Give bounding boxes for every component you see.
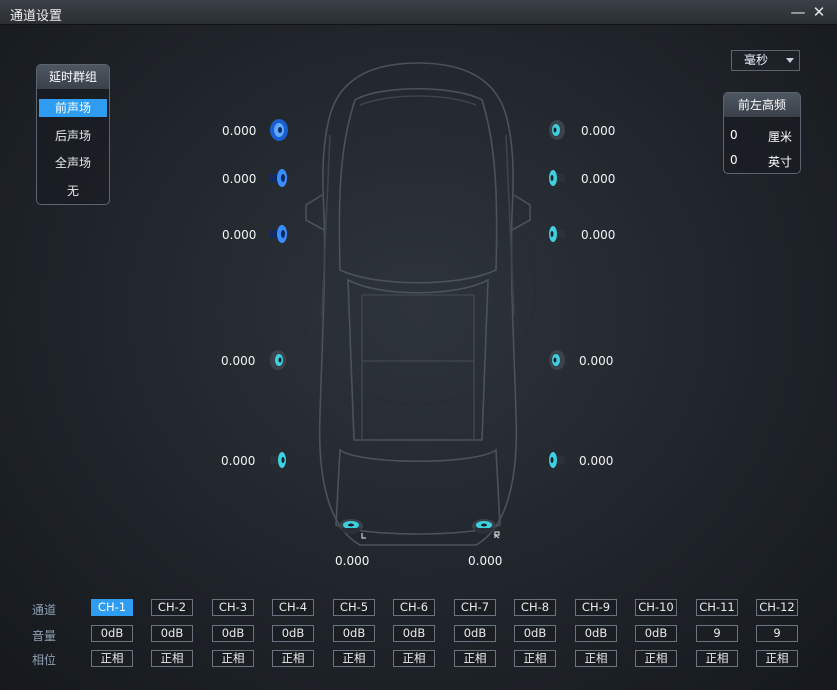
delay-left-woofer[interactable]: 0.000 xyxy=(222,228,256,242)
delay-right-tweeter[interactable]: 0.000 xyxy=(581,124,615,138)
crossover-panel: 前左高频 0 厘米 0 英寸 xyxy=(723,92,801,174)
phase-button-6[interactable]: 正相 xyxy=(393,650,435,667)
channel-button-12[interactable]: CH-12 xyxy=(756,599,798,616)
phase-button-5[interactable]: 正相 xyxy=(333,650,375,667)
phase-button-7[interactable]: 正相 xyxy=(454,650,496,667)
volume-field-4[interactable]: 0dB xyxy=(272,625,314,642)
channel-button-11[interactable]: CH-11 xyxy=(696,599,738,616)
distance-cm-unit: 厘米 xyxy=(768,130,793,144)
delay-group-panel: 延时群组 前声场 后声场 全声场 无 xyxy=(36,64,110,205)
delay-group-rear[interactable]: 后声场 xyxy=(39,127,107,145)
phase-button-1[interactable]: 正相 xyxy=(91,650,133,667)
channel-button-8[interactable]: CH-8 xyxy=(514,599,556,616)
delay-group-front[interactable]: 前声场 xyxy=(39,99,107,117)
delay-right-rear[interactable]: 0.000 xyxy=(579,454,613,468)
speaker-right-woofer-icon[interactable] xyxy=(545,222,569,246)
speaker-left-mid-icon[interactable] xyxy=(266,166,290,190)
chevron-down-icon xyxy=(786,58,794,63)
close-button[interactable]: ✕ xyxy=(809,2,829,22)
phase-row-label: 相位 xyxy=(32,653,57,667)
unit-select-value: 毫秒 xyxy=(744,53,769,67)
delay-right-rear-front[interactable]: 0.000 xyxy=(579,354,613,368)
volume-field-10[interactable]: 0dB xyxy=(635,625,677,642)
car-outline xyxy=(300,62,537,546)
crossover-title: 前左高频 xyxy=(724,93,800,117)
volume-field-7[interactable]: 0dB xyxy=(454,625,496,642)
phase-button-10[interactable]: 正相 xyxy=(635,650,677,667)
speaker-left-rear-front-icon[interactable] xyxy=(266,348,290,372)
minimize-button[interactable]: — xyxy=(788,2,808,22)
speaker-right-tweeter-icon[interactable] xyxy=(545,118,569,142)
channel-button-9[interactable]: CH-9 xyxy=(575,599,617,616)
volume-field-8[interactable]: 0dB xyxy=(514,625,556,642)
window-title: 通道设置 xyxy=(10,9,63,24)
volume-field-12[interactable]: 9 xyxy=(756,625,798,642)
unit-select[interactable]: 毫秒 xyxy=(731,50,800,71)
channel-row-label: 通道 xyxy=(32,603,57,617)
channel-button-2[interactable]: CH-2 xyxy=(151,599,193,616)
volume-field-5[interactable]: 0dB xyxy=(333,625,375,642)
subwoofer-right-icon[interactable] xyxy=(469,516,501,540)
delay-group-none[interactable]: 无 xyxy=(39,182,107,200)
speaker-right-mid-icon[interactable] xyxy=(545,166,569,190)
volume-field-3[interactable]: 0dB xyxy=(212,625,254,642)
phase-button-3[interactable]: 正相 xyxy=(212,650,254,667)
speaker-right-rear-icon[interactable] xyxy=(545,448,569,472)
volume-row-label: 音量 xyxy=(32,629,57,643)
volume-field-2[interactable]: 0dB xyxy=(151,625,193,642)
phase-button-4[interactable]: 正相 xyxy=(272,650,314,667)
distance-inch-unit: 英寸 xyxy=(768,155,793,169)
delay-left-mid[interactable]: 0.000 xyxy=(222,172,256,186)
phase-button-8[interactable]: 正相 xyxy=(514,650,556,667)
channel-button-7[interactable]: CH-7 xyxy=(454,599,496,616)
channel-button-5[interactable]: CH-5 xyxy=(333,599,375,616)
speaker-left-rear-icon[interactable] xyxy=(266,448,290,472)
title-bar: 通道设置 — ✕ xyxy=(0,0,837,25)
delay-left-tweeter[interactable]: 0.000 xyxy=(222,124,256,138)
channel-button-4[interactable]: CH-4 xyxy=(272,599,314,616)
volume-field-6[interactable]: 0dB xyxy=(393,625,435,642)
speaker-left-woofer-icon[interactable] xyxy=(266,222,290,246)
speaker-right-rear-front-icon[interactable] xyxy=(545,348,569,372)
phase-button-11[interactable]: 正相 xyxy=(696,650,738,667)
delay-right-woofer[interactable]: 0.000 xyxy=(581,228,615,242)
subwoofer-left-icon[interactable] xyxy=(338,516,368,540)
channel-button-6[interactable]: CH-6 xyxy=(393,599,435,616)
volume-field-11[interactable]: 9 xyxy=(696,625,738,642)
phase-button-2[interactable]: 正相 xyxy=(151,650,193,667)
delay-right-mid[interactable]: 0.000 xyxy=(581,172,615,186)
delay-sub-left[interactable]: 0.000 xyxy=(335,554,369,568)
delay-left-rear[interactable]: 0.000 xyxy=(221,454,255,468)
channel-button-10[interactable]: CH-10 xyxy=(635,599,677,616)
delay-sub-right[interactable]: 0.000 xyxy=(468,554,502,568)
delay-group-title: 延时群组 xyxy=(37,65,109,89)
delay-group-all[interactable]: 全声场 xyxy=(39,154,107,172)
volume-field-1[interactable]: 0dB xyxy=(91,625,133,642)
delay-left-rear-front[interactable]: 0.000 xyxy=(221,354,255,368)
volume-field-9[interactable]: 0dB xyxy=(575,625,617,642)
distance-cm-value: 0 xyxy=(730,128,738,142)
speaker-left-tweeter-icon[interactable] xyxy=(266,118,290,142)
phase-button-12[interactable]: 正相 xyxy=(756,650,798,667)
channel-button-1[interactable]: CH-1 xyxy=(91,599,133,616)
phase-button-9[interactable]: 正相 xyxy=(575,650,617,667)
channel-button-3[interactable]: CH-3 xyxy=(212,599,254,616)
distance-inch-value: 0 xyxy=(730,153,738,167)
